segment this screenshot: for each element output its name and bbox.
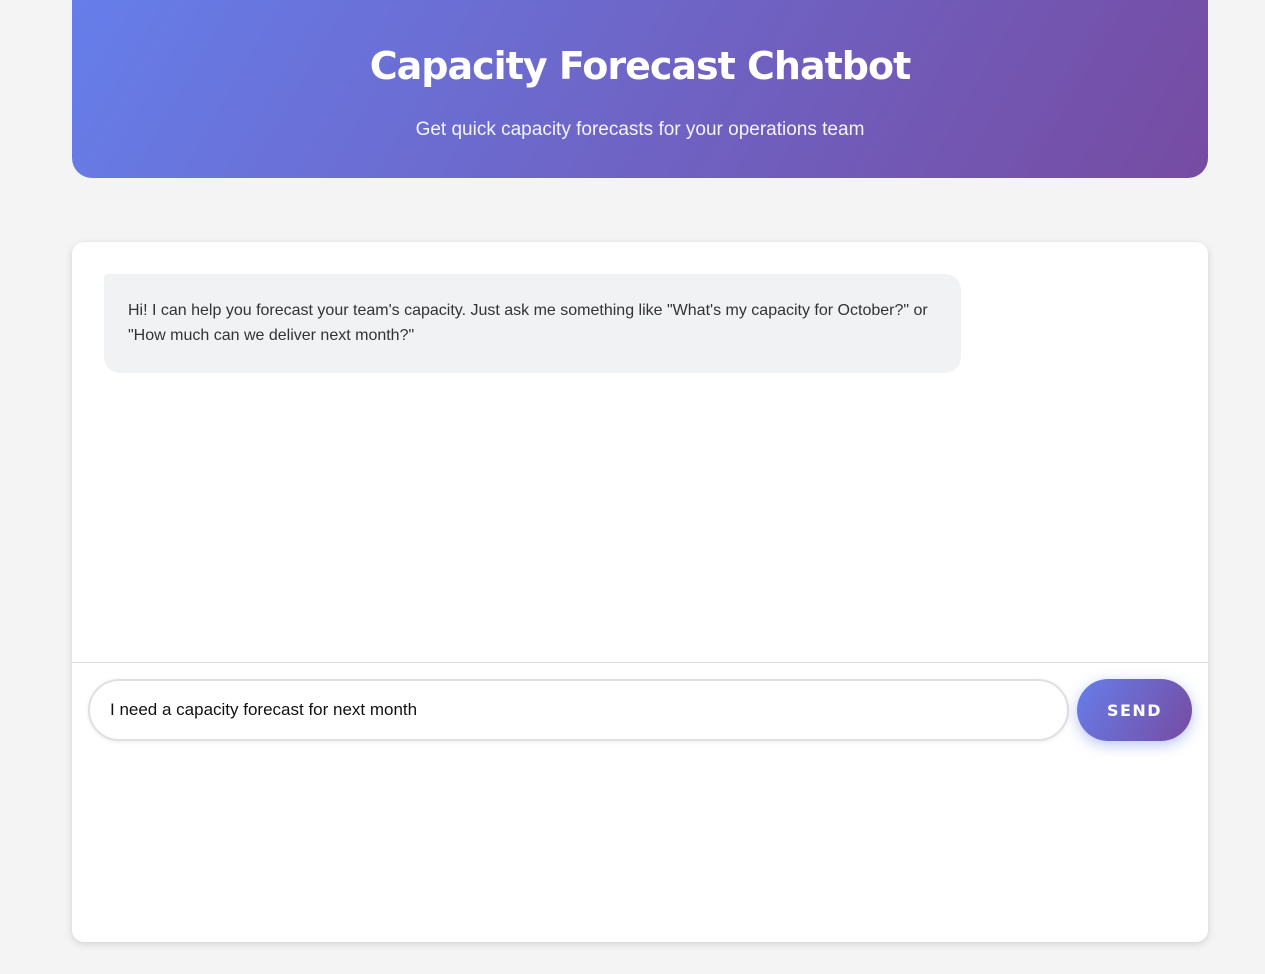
- chat-input-area: SEND: [72, 662, 1208, 942]
- bot-message: Hi! I can help you forecast your team's …: [104, 274, 961, 373]
- page-subtitle: Get quick capacity forecasts for your op…: [415, 119, 865, 140]
- app-header: Capacity Forecast Chatbot Get quick capa…: [72, 0, 1208, 178]
- message-input[interactable]: [88, 679, 1069, 741]
- messages-list[interactable]: Hi! I can help you forecast your team's …: [72, 242, 1208, 662]
- send-button[interactable]: SEND: [1077, 679, 1192, 741]
- chat-container: Hi! I can help you forecast your team's …: [72, 242, 1208, 942]
- page-title: Capacity Forecast Chatbot: [369, 44, 912, 88]
